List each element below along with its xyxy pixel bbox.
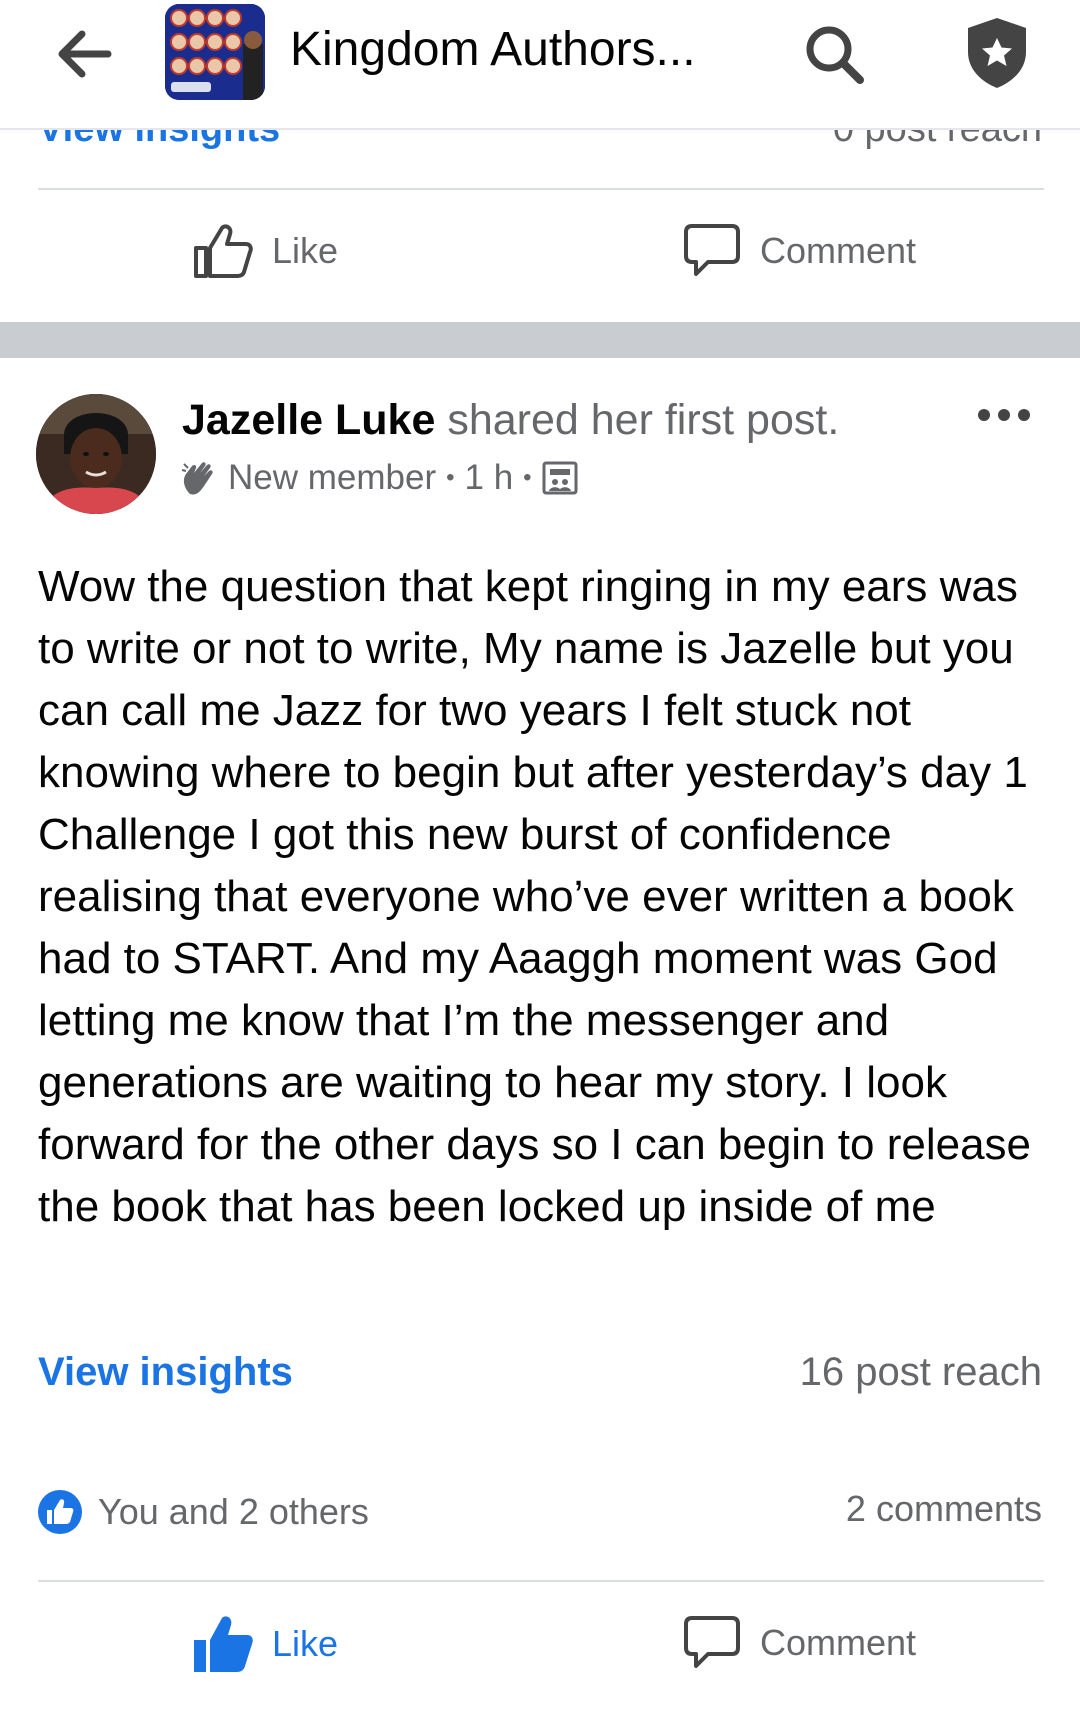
- author-avatar[interactable]: [36, 394, 156, 514]
- like-reaction-icon: [38, 1490, 82, 1534]
- previous-like-label: Like: [272, 230, 339, 271]
- member-badge: New member: [228, 458, 437, 497]
- divider: [38, 188, 1044, 190]
- reactions-summary[interactable]: You and 2 others: [36, 1488, 369, 1536]
- group-privacy-icon: [542, 461, 578, 495]
- thumbs-up-icon: [194, 1616, 253, 1672]
- post-reach: 16 post reach: [799, 1350, 1042, 1394]
- reactions-label: You and 2 others: [98, 1491, 369, 1532]
- admin-tools-button[interactable]: [962, 14, 1032, 90]
- meta-separator: •: [446, 464, 455, 491]
- back-arrow-icon: [58, 30, 112, 78]
- previous-comment-label: Comment: [760, 230, 917, 271]
- previous-like-button[interactable]: Like: [192, 222, 338, 280]
- author-name[interactable]: Jazelle Luke: [182, 396, 435, 444]
- back-button[interactable]: [52, 22, 116, 86]
- shield-star-icon: [968, 18, 1026, 88]
- group-title[interactable]: Kingdom Authors...: [290, 22, 696, 77]
- like-label: Like: [272, 1623, 339, 1664]
- search-button[interactable]: [800, 20, 870, 90]
- post-time[interactable]: 1 h: [465, 458, 514, 498]
- post-meta: New member • 1 h •: [180, 458, 578, 498]
- group-image[interactable]: [165, 4, 265, 100]
- comment-bubble-icon: [684, 224, 740, 276]
- comment-bubble-icon: [684, 1616, 740, 1668]
- comment-button[interactable]: Comment: [682, 1614, 916, 1672]
- post-separator: [0, 322, 1080, 358]
- meta-separator: •: [523, 464, 532, 491]
- thumbs-up-icon: [194, 224, 253, 278]
- waving-hand-icon: [181, 462, 213, 495]
- search-icon: [806, 26, 864, 84]
- like-button[interactable]: Like: [192, 1614, 338, 1674]
- more-options-button[interactable]: [974, 400, 1034, 430]
- comment-label: Comment: [760, 1622, 917, 1663]
- more-dots-icon: [978, 409, 1030, 421]
- post-text: Wow the question that kept ringing in my…: [38, 562, 1032, 1231]
- comments-count[interactable]: 2 comments: [846, 1488, 1042, 1530]
- view-insights-link[interactable]: View insights: [38, 1350, 293, 1395]
- previous-comment-button[interactable]: Comment: [682, 222, 916, 280]
- author-action: shared her first post.: [435, 396, 840, 444]
- author-line: Jazelle Luke shared her first post.: [182, 396, 839, 445]
- divider: [38, 1580, 1044, 1582]
- top-bar: Kingdom Authors...: [0, 0, 1080, 130]
